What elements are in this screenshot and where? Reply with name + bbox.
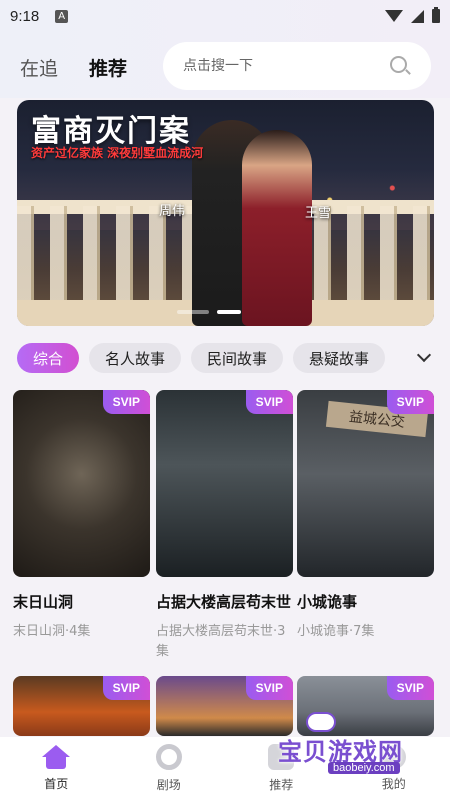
svip-badge: SVIP xyxy=(245,676,293,700)
signal-icon xyxy=(411,9,424,23)
gamepad-icon xyxy=(306,712,336,732)
category-mystery-stories[interactable]: 悬疑故事 xyxy=(293,343,386,373)
drama-card[interactable]: SVIP 占据大楼高层苟末世 占据大楼高层苟末世·3集 xyxy=(156,390,293,662)
category-comprehensive[interactable]: 综合 xyxy=(17,343,80,373)
drama-title[interactable]: 占据大楼高层苟末世 xyxy=(156,591,293,612)
drama-episodes: 小城诡事·7集 xyxy=(297,624,375,639)
category-folk-stories[interactable]: 民间故事 xyxy=(191,343,284,373)
theater-icon xyxy=(155,744,182,770)
svip-badge: SVIP xyxy=(245,390,293,414)
svip-badge: SVIP xyxy=(102,676,150,700)
drama-poster[interactable]: SVIP xyxy=(13,390,150,577)
status-bar: 9:18 A xyxy=(0,0,450,32)
nav-theater[interactable]: 剧场 xyxy=(129,744,209,793)
battery-icon xyxy=(432,7,440,23)
drama-card[interactable]: SVIP xyxy=(13,676,150,736)
nav-home[interactable]: 首页 xyxy=(16,745,96,792)
search-icon[interactable] xyxy=(389,55,411,77)
site-watermark: 宝贝游戏网 baobeiy.com xyxy=(278,732,438,780)
top-bar: 在追 推荐 xyxy=(0,32,450,98)
drama-poster[interactable]: SVIP xyxy=(156,390,293,577)
status-time: 9:18 xyxy=(10,7,40,25)
category-celebrity-stories[interactable]: 名人故事 xyxy=(89,343,182,373)
home-icon xyxy=(42,745,71,769)
nav-home-label: 首页 xyxy=(44,777,69,791)
banner-dot[interactable] xyxy=(177,310,209,314)
status-icons xyxy=(385,7,440,23)
wifi-icon xyxy=(385,10,403,22)
svip-badge: SVIP xyxy=(386,676,434,700)
banner-page-indicator xyxy=(177,310,241,314)
svip-badge: SVIP xyxy=(102,390,150,414)
nav-theater-label: 剧场 xyxy=(156,778,181,792)
drama-title[interactable]: 小城诡事 xyxy=(297,591,434,612)
banner-actor-name: 周伟 xyxy=(159,204,186,219)
category-tabs: 综合 名人故事 民间故事 悬疑故事 xyxy=(17,342,435,374)
watermark-url: baobeiy.com xyxy=(328,762,400,774)
drama-poster[interactable]: SVIP xyxy=(13,676,150,736)
drama-card[interactable]: SVIP 末日山洞 末日山洞·4集 xyxy=(13,390,150,642)
search-bar[interactable] xyxy=(163,42,431,90)
tab-following[interactable]: 在追 xyxy=(20,54,58,81)
drama-poster[interactable]: 益城公交 SVIP xyxy=(297,390,434,577)
search-input[interactable] xyxy=(183,58,389,74)
drama-episodes: 占据大楼高层苟末世·3集 xyxy=(156,624,286,659)
drama-card[interactable]: SVIP xyxy=(156,676,293,736)
notification-a-icon: A xyxy=(55,9,69,23)
banner-figure-woman xyxy=(242,130,312,326)
drama-card[interactable]: 益城公交 SVIP 小城诡事 小城诡事·7集 xyxy=(297,390,434,642)
banner-subtitle: 资产过亿家族 深夜别墅血流成河 xyxy=(31,146,204,160)
drama-episodes: 末日山洞·4集 xyxy=(13,624,91,639)
chevron-down-icon[interactable] xyxy=(416,347,432,363)
banner-actress-name: 王雪 xyxy=(305,206,332,221)
drama-title[interactable]: 末日山洞 xyxy=(13,591,150,612)
tab-recommend[interactable]: 推荐 xyxy=(89,54,127,81)
hero-banner[interactable]: 富商灭门案 资产过亿家族 深夜别墅血流成河 周伟 王雪 xyxy=(17,100,434,326)
banner-dot-active[interactable] xyxy=(217,310,241,314)
svip-badge: SVIP xyxy=(386,390,434,414)
drama-poster[interactable]: SVIP xyxy=(156,676,293,736)
